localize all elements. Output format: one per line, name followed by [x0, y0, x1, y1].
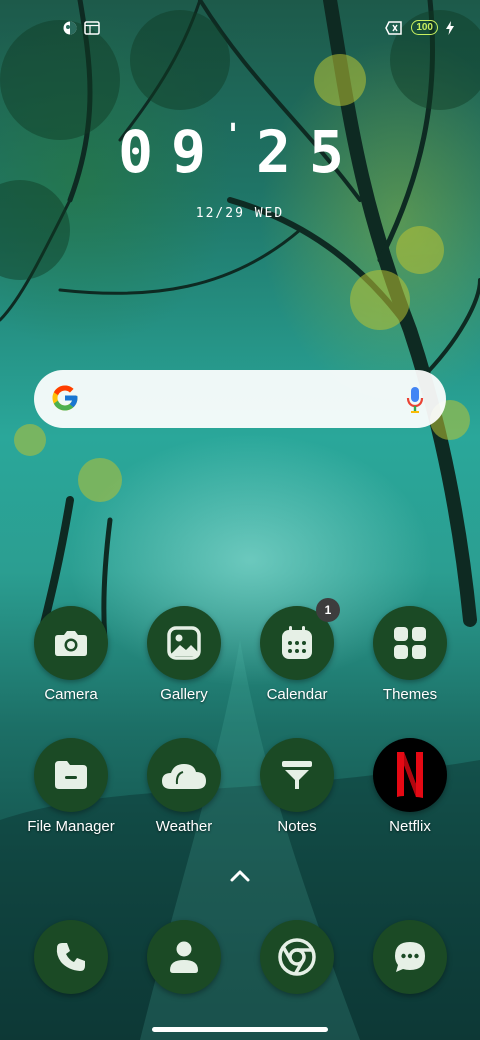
- calendar-icon: 1: [260, 598, 340, 680]
- status-left-icons: [62, 20, 100, 36]
- mic-icon[interactable]: [406, 386, 424, 414]
- date-label[interactable]: 12/29 WED: [0, 206, 480, 221]
- chevron-up-icon[interactable]: [228, 868, 252, 884]
- status-right-icons: 100: [385, 20, 454, 35]
- app-label: Themes: [382, 686, 438, 703]
- app-label: Camera: [44, 686, 98, 703]
- google-search-bar[interactable]: [34, 370, 446, 428]
- chrome-icon: [260, 920, 334, 994]
- notification-badge: 1: [316, 598, 340, 622]
- charging-icon: [446, 20, 454, 35]
- battery-saver-icon: [385, 20, 403, 35]
- dock-contacts[interactable]: [129, 920, 239, 994]
- home-indicator[interactable]: [152, 1027, 328, 1032]
- netflix-icon: [373, 738, 447, 812]
- dock-chrome[interactable]: [242, 920, 352, 994]
- app-gallery[interactable]: Gallery: [129, 606, 239, 703]
- app-file-manager[interactable]: File Manager: [16, 738, 126, 835]
- app-label: File Manager: [27, 818, 115, 835]
- app-weather[interactable]: Weather: [129, 738, 239, 835]
- assistant-icon: [63, 21, 77, 35]
- themes-icon: [373, 606, 447, 680]
- weather-icon: [147, 738, 221, 812]
- google-g-icon: [52, 385, 78, 411]
- contacts-icon: [147, 920, 221, 994]
- clock-hours: 09: [118, 118, 224, 186]
- app-notes[interactable]: Notes: [242, 738, 352, 835]
- status-bar: 100: [0, 0, 480, 56]
- notes-icon: [260, 738, 334, 812]
- app-netflix[interactable]: Netflix: [355, 738, 465, 835]
- clock-widget[interactable]: 09'25: [0, 118, 480, 186]
- dock-messages[interactable]: [355, 920, 465, 994]
- dock-phone[interactable]: [16, 920, 126, 994]
- app-label: Weather: [155, 818, 213, 835]
- screen-icon: [84, 21, 100, 35]
- app-label: Calendar: [266, 686, 328, 703]
- clock-separator: ': [223, 118, 257, 153]
- phone-icon: [34, 920, 108, 994]
- gallery-icon: [147, 606, 221, 680]
- app-label: Notes: [277, 818, 317, 835]
- app-themes[interactable]: Themes: [355, 606, 465, 703]
- app-label: Netflix: [389, 818, 431, 835]
- battery-level: 100: [411, 20, 438, 35]
- app-label: Gallery: [160, 686, 208, 703]
- app-calendar[interactable]: 1 Calendar: [242, 598, 352, 703]
- file-manager-icon: [34, 738, 108, 812]
- camera-icon: [34, 606, 108, 680]
- app-camera[interactable]: Camera: [16, 606, 126, 703]
- messages-icon: [373, 920, 447, 994]
- clock-minutes: 25: [256, 118, 362, 186]
